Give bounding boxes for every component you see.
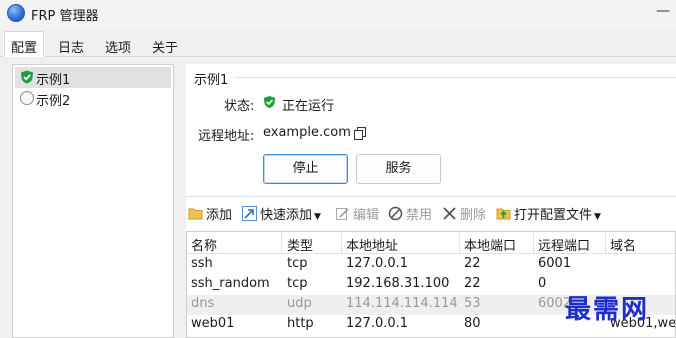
instance-name: 示例1 — [36, 73, 71, 88]
cell-remote-port: 6001 — [538, 256, 572, 271]
column-divider — [605, 232, 606, 254]
open-config-button[interactable]: 打开配置文件 ▼ — [494, 204, 601, 224]
panel-separator — [186, 196, 676, 197]
copy-icon[interactable] — [354, 127, 367, 140]
edit-button[interactable]: 编辑 — [333, 204, 379, 224]
cell-local-address: 192.168.31.100 — [346, 276, 450, 291]
cell-name: ssh — [191, 256, 213, 271]
quick-add-button[interactable]: 快速添加 ▼ — [240, 204, 321, 224]
column-header-type[interactable]: 类型 — [287, 235, 313, 254]
tab-about[interactable]: 关于 — [145, 31, 185, 57]
title-bar: FRP 管理器 — — [0, 0, 676, 28]
watermark-logo: 最需网 — [565, 295, 650, 325]
open-file-icon — [496, 208, 511, 220]
instance-name: 示例2 — [36, 94, 71, 109]
cell-type: udp — [287, 296, 312, 311]
column-header-name[interactable]: 名称 — [191, 235, 217, 254]
disable-label: 禁用 — [406, 208, 433, 223]
dropdown-caret-icon: ▼ — [314, 212, 321, 222]
instance-list[interactable]: 示例1 示例2 — [12, 64, 174, 338]
column-divider — [341, 232, 342, 254]
stop-button[interactable]: 停止 — [263, 154, 348, 184]
proxy-toolbar: 添加 快速添加 ▼ 编辑 禁用 删除 打开配置文件 ▼ — [186, 202, 676, 226]
group-title: 示例1 — [194, 73, 229, 88]
cell-type: tcp — [287, 276, 308, 291]
quick-add-label: 快速添加 — [260, 208, 313, 223]
delete-label: 删除 — [460, 208, 487, 223]
column-header-local-address[interactable]: 本地地址 — [346, 235, 398, 254]
folder-icon — [188, 208, 203, 220]
table-row[interactable]: ssh tcp 127.0.0.1 22 6001 — [187, 255, 675, 275]
table-header: 名称 类型 本地地址 本地端口 远程端口 域名 — [187, 232, 675, 254]
cell-local-address: 127.0.0.1 — [346, 256, 409, 271]
column-header-remote-port[interactable]: 远程端口 — [538, 235, 590, 254]
stopped-circle-icon — [20, 91, 34, 105]
delete-button[interactable]: 删除 — [440, 204, 486, 224]
window-title: FRP 管理器 — [31, 9, 99, 24]
column-header-local-port[interactable]: 本地端口 — [464, 235, 516, 254]
column-divider — [459, 232, 460, 254]
status-value: 正在运行 — [282, 99, 335, 114]
disable-icon — [388, 206, 403, 221]
app-globe-icon — [7, 4, 25, 22]
service-button[interactable]: 服务 — [356, 154, 441, 184]
cell-name: ssh_random — [191, 276, 270, 291]
cell-type: tcp — [287, 256, 308, 271]
remote-address-value: example.com — [263, 125, 351, 140]
add-button[interactable]: 添加 — [186, 204, 232, 224]
remote-address-label: 远程地址: — [198, 129, 255, 144]
arrow-icon — [242, 206, 257, 221]
cell-local-address: 127.0.0.1 — [346, 316, 409, 331]
cell-local-port: 53 — [464, 296, 481, 311]
edit-label: 编辑 — [353, 208, 380, 223]
delete-x-icon — [443, 207, 456, 220]
minimize-button[interactable]: — — [656, 3, 670, 19]
shield-check-icon — [21, 70, 33, 84]
edit-icon — [336, 208, 349, 220]
cell-type: http — [287, 316, 314, 331]
tab-bar: 配置 日志 选项 关于 — [0, 31, 676, 57]
tab-log[interactable]: 日志 — [51, 31, 91, 57]
cell-local-address: 114.114.114.114 — [346, 296, 458, 311]
add-label: 添加 — [206, 208, 233, 223]
cell-local-port: 80 — [464, 316, 481, 331]
tab-options[interactable]: 选项 — [98, 31, 138, 57]
column-divider — [281, 232, 282, 254]
cell-remote-port: 0 — [538, 276, 547, 291]
instance-item-2[interactable]: 示例2 — [15, 88, 171, 109]
open-config-label: 打开配置文件 — [514, 208, 593, 223]
tab-config[interactable]: 配置 — [4, 31, 45, 57]
column-header-domain[interactable]: 域名 — [610, 235, 636, 254]
group-divider — [234, 77, 676, 78]
cell-name: dns — [191, 296, 215, 311]
status-label: 状态: — [224, 99, 255, 114]
instance-item-1[interactable]: 示例1 — [15, 67, 171, 88]
cell-local-port: 22 — [464, 256, 481, 271]
running-shield-icon — [263, 95, 276, 109]
column-divider — [533, 232, 534, 254]
cell-name: web01 — [191, 316, 235, 331]
dropdown-caret-icon: ▼ — [594, 212, 601, 222]
disable-button[interactable]: 禁用 — [386, 204, 432, 224]
cell-local-port: 22 — [464, 276, 481, 291]
